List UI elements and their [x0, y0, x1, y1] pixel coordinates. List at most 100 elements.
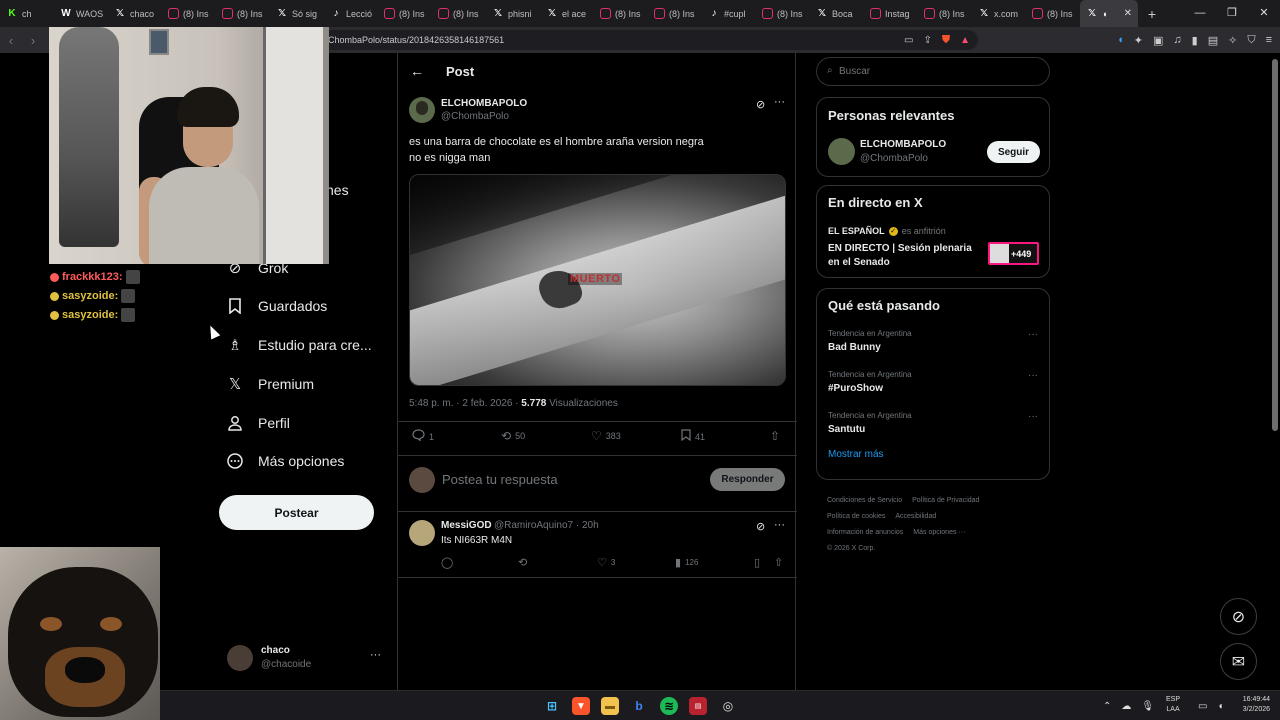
browser-tab[interactable]: (8) Ins — [162, 0, 216, 27]
wallet-icon[interactable]: ▤ — [1208, 34, 1218, 47]
file-explorer-icon[interactable]: ▬ — [601, 697, 619, 715]
repost-action[interactable]: ⟲ 50 — [501, 429, 525, 443]
comment-author-handle[interactable]: @RamiroAquino7 · 20h — [494, 520, 599, 531]
browser-tab[interactable]: 𝕏el ace — [540, 0, 594, 27]
address-bar[interactable]: ChombaPolo/status/2018426358146187561 ▭ … — [320, 30, 978, 50]
volume-icon[interactable]: ◖ — [1217, 701, 1223, 712]
media-app-icon[interactable]: ▤ — [689, 697, 707, 715]
views-action[interactable]: ▮ 126 — [675, 556, 698, 569]
bookmark-action[interactable]: ▯ — [754, 556, 760, 569]
comment-author-name[interactable]: MessiGOD — [441, 520, 492, 531]
bing-icon[interactable]: b — [630, 697, 648, 715]
nav-more-options[interactable]: Más opciones — [226, 449, 344, 473]
more-icon[interactable]: ··· — [774, 96, 785, 108]
spotify-icon[interactable]: ≋ — [660, 697, 678, 715]
browser-tab[interactable]: W WAOS — [54, 0, 108, 27]
show-more-link[interactable]: Mostrar más — [828, 449, 884, 460]
trend-item[interactable]: Tendencia en Argentina #PuroShow ··· — [828, 370, 1038, 394]
menu-icon[interactable]: ≡ — [1266, 34, 1272, 46]
follow-button[interactable]: Seguir — [987, 141, 1040, 163]
nav-bookmarks[interactable]: Guardados — [226, 294, 327, 318]
monitor-icon[interactable]: ▭ — [1198, 701, 1207, 712]
browser-tab[interactable]: (8) Ins — [648, 0, 702, 27]
browser-tab[interactable]: (8) Ins — [756, 0, 810, 27]
minimize-icon[interactable]: — — [1184, 0, 1216, 27]
scrollbar-thumb[interactable] — [1272, 59, 1278, 431]
bookmark-action[interactable]: 41 — [681, 429, 705, 444]
close-window-icon[interactable]: ✕ — [1248, 0, 1280, 27]
grok-explain-icon[interactable]: ⊘ — [756, 98, 765, 111]
browser-tab[interactable]: 𝕏chaco — [108, 0, 162, 27]
share-action[interactable]: ⇧ — [774, 556, 783, 569]
relevant-handle[interactable]: @ChombaPolo — [860, 153, 928, 164]
nav-profile[interactable]: Perfil — [226, 411, 290, 435]
post-video[interactable]: MUERTO — [409, 174, 786, 386]
reply-action[interactable]: 1 — [412, 429, 434, 444]
back-arrow-icon[interactable]: ← — [410, 63, 424, 79]
browser-tab[interactable]: (8) Ins — [918, 0, 972, 27]
browser-tab[interactable]: 𝕏x.com — [972, 0, 1026, 27]
browser-tab[interactable]: Instag — [864, 0, 918, 27]
compose-post-button[interactable]: Postear — [219, 495, 374, 530]
browser-tab[interactable]: (8) Ins — [216, 0, 270, 27]
network-app-icon[interactable]: ☁ — [1121, 701, 1131, 712]
live-listeners-badge[interactable]: +449 — [988, 242, 1039, 265]
maximize-icon[interactable]: ❐ — [1216, 0, 1248, 27]
brave-browser-icon[interactable]: ▼ — [572, 697, 590, 715]
browser-tab[interactable]: 𝕏phisni — [486, 0, 540, 27]
music-icon[interactable]: ♫ — [1173, 34, 1181, 46]
leo-icon[interactable]: ✧ — [1228, 34, 1237, 47]
more-icon[interactable]: ··· — [774, 519, 785, 531]
extensions-icon[interactable]: ✦ — [1134, 34, 1143, 47]
browser-tab[interactable]: Kch — [0, 0, 54, 27]
live-source[interactable]: EL ESPAÑOL ✓ es anfitrión — [828, 226, 946, 236]
author-handle[interactable]: @ChombaPolo — [441, 111, 509, 122]
more-icon[interactable]: ··· — [1028, 370, 1038, 381]
taskbar-clock[interactable]: 16:49:44 3/2/2026 — [1234, 695, 1270, 715]
back-nav-icon[interactable]: ‹ — [0, 33, 22, 48]
reply-action[interactable]: ◯ — [441, 556, 453, 569]
grok-floating-button[interactable]: ⊘ — [1220, 598, 1257, 635]
browser-tab[interactable]: ♪ #cupl — [702, 0, 756, 27]
audio-icon[interactable]: ◖ — [1117, 34, 1124, 46]
browser-tab[interactable]: ♪ Lecció — [324, 0, 378, 27]
avatar[interactable] — [409, 97, 435, 123]
messages-floating-button[interactable]: ✉ — [1220, 643, 1257, 680]
like-action[interactable]: ♡ 3 — [597, 556, 615, 569]
author-name[interactable]: ELCHOMBAPOLO — [441, 98, 527, 109]
post-timestamp[interactable]: 5:48 p. m. · 2 feb. 2026 · — [409, 398, 521, 409]
page-scrollbar[interactable] — [1271, 53, 1279, 690]
footer-link[interactable]: Accesibilidad — [895, 513, 936, 520]
sidebar-toggle-icon[interactable]: ▮ — [1192, 34, 1198, 47]
search-input[interactable]: ⌕ Buscar — [816, 57, 1050, 86]
mic-icon[interactable]: 🎙 — [1141, 701, 1154, 712]
cast-icon[interactable]: ▭ — [904, 35, 913, 46]
forward-nav-icon[interactable]: › — [22, 33, 44, 48]
nav-studio[interactable]: ♗ Estudio para cre... — [226, 333, 371, 357]
vpn-icon[interactable]: ⛉ — [1247, 34, 1255, 47]
trend-item[interactable]: Tendencia en Argentina Santutu ··· — [828, 411, 1038, 435]
brave-rewards-icon[interactable]: ▲ — [960, 35, 970, 46]
repost-action[interactable]: ⟲ — [518, 556, 527, 569]
browser-tab[interactable]: (8) Ins — [594, 0, 648, 27]
share-action[interactable]: ⇧ — [770, 429, 780, 443]
avatar[interactable] — [409, 520, 435, 546]
trend-item[interactable]: Tendencia en Argentina Bad Bunny ··· — [828, 329, 1038, 353]
footer-link[interactable]: Información de anuncios — [827, 529, 903, 536]
browser-tab[interactable]: (8) Ins — [1026, 0, 1080, 27]
close-tab-icon[interactable]: ✕ — [1124, 8, 1132, 19]
live-event-title[interactable]: EN DIRECTO | Sesión plenaria en el Senad… — [828, 242, 978, 270]
share-icon[interactable]: ⇪ — [923, 35, 931, 46]
chevron-up-icon[interactable]: ⌃ — [1103, 701, 1111, 712]
reply-input[interactable]: Postea tu respuesta — [442, 472, 558, 487]
footer-link[interactable]: Política de Privacidad — [912, 497, 979, 504]
grok-explain-icon[interactable]: ⊘ — [756, 520, 765, 533]
browser-tab[interactable]: 𝕏 Só sig — [270, 0, 324, 27]
nav-premium[interactable]: 𝕏 Premium — [226, 372, 314, 396]
avatar[interactable] — [828, 138, 855, 165]
more-icon[interactable]: ··· — [1028, 329, 1038, 340]
browser-tab[interactable]: 𝕏 Boca — [810, 0, 864, 27]
obs-icon[interactable]: ◎ — [719, 697, 737, 715]
browser-tab-active[interactable]: 𝕏 ◖ ✕ — [1080, 0, 1138, 27]
relevant-name[interactable]: ELCHOMBAPOLO — [860, 139, 946, 150]
